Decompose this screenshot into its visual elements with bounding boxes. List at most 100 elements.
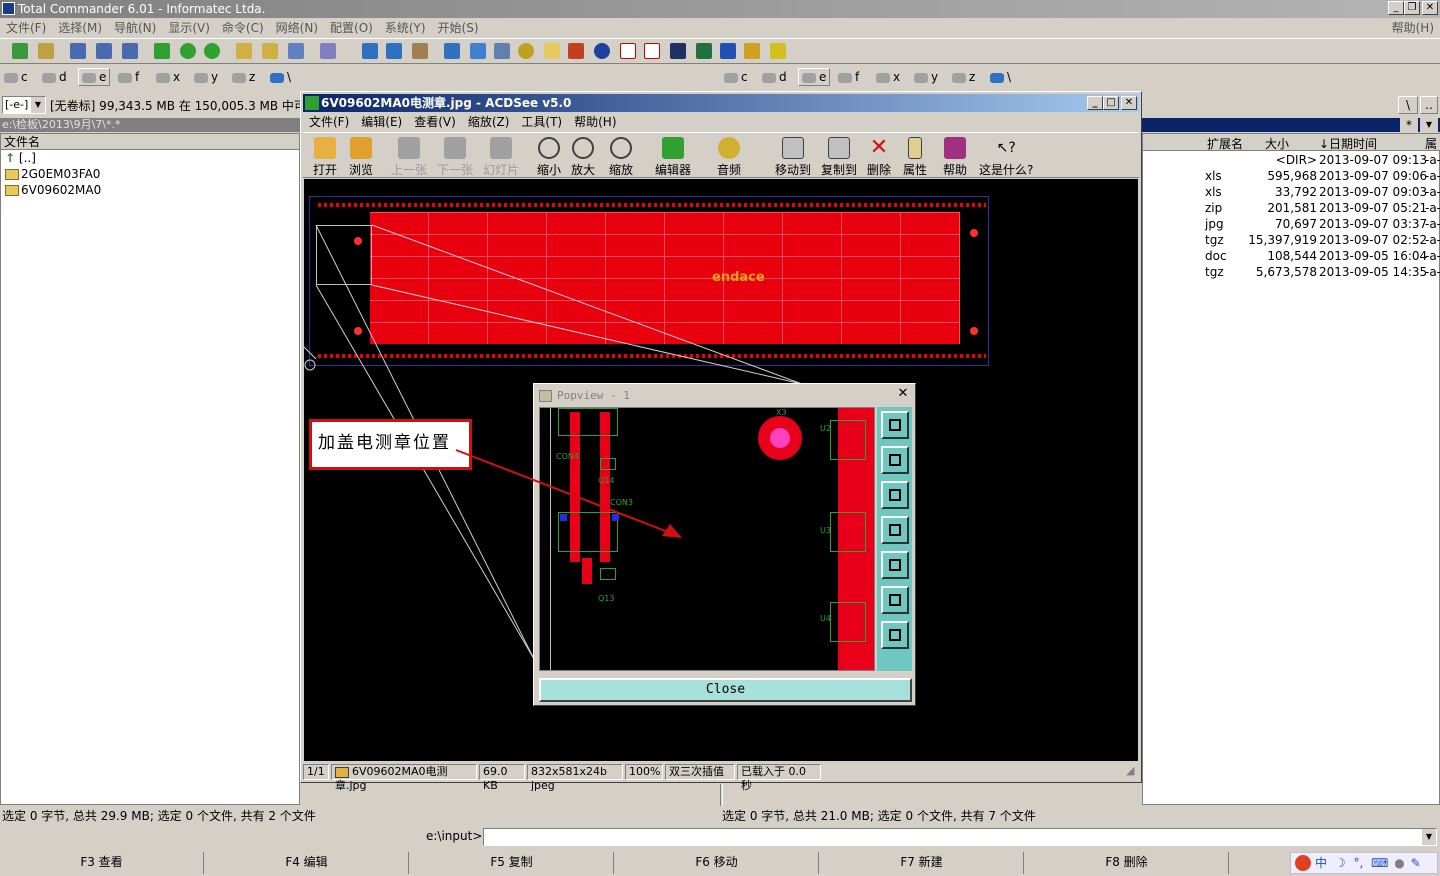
drive-left-e[interactable]: e	[78, 68, 111, 86]
table-row[interactable]: jpg 70,697 2013-09-07 03:37 -a-	[1143, 216, 1440, 232]
terminal-icon[interactable]	[670, 43, 686, 59]
help-button[interactable]: 帮助	[943, 137, 967, 178]
pdf-icon-2[interactable]	[644, 43, 660, 59]
drive-left-z[interactable]: z	[232, 70, 255, 84]
list-item[interactable]: 2G0EM03FA0	[1, 166, 299, 182]
folder-icon[interactable]	[544, 43, 560, 59]
f6-move-button[interactable]: F6 移动	[615, 852, 819, 874]
root-button[interactable]: \	[1398, 96, 1418, 114]
calc-icon[interactable]	[494, 43, 510, 59]
explorer-icon[interactable]	[412, 43, 428, 59]
table-row[interactable]: xls 33,792 2013-09-07 09:03 -a-	[1143, 184, 1440, 200]
history-button[interactable]: *	[1400, 118, 1418, 132]
f8-delete-button[interactable]: F8 删除	[1025, 852, 1229, 874]
acdsee-minimize-button[interactable]: _	[1087, 96, 1103, 110]
f7-new-button[interactable]: F7 新建	[820, 852, 1024, 874]
right-path-bar[interactable]	[1142, 118, 1440, 132]
browse-button[interactable]: 浏览	[349, 137, 373, 178]
col-date[interactable]: ↓日期时间	[1319, 135, 1377, 152]
menu-network[interactable]: 网络(N)	[276, 18, 318, 38]
acdsee-title-bar[interactable]: 6V09602MA0电测章.jpg - ACDSee v5.0 _ □ ✕	[303, 94, 1139, 112]
col-ext[interactable]: 扩展名	[1207, 135, 1243, 152]
word-icon[interactable]	[720, 43, 736, 59]
table-row[interactable]: tgz 15,397,919 2013-09-07 02:52 -a-	[1143, 232, 1440, 248]
drive-left-y[interactable]: y	[194, 70, 218, 84]
unpack-icon[interactable]	[262, 43, 278, 59]
acd-menu-view[interactable]: 查看(V)	[414, 113, 456, 131]
audio-button[interactable]: 音频	[717, 137, 741, 178]
menu-command[interactable]: 命令(C)	[222, 18, 264, 38]
menu-system[interactable]: 系统(Y)	[385, 18, 426, 38]
menu-config[interactable]: 配置(O)	[330, 18, 373, 38]
table-row[interactable]: zip 201,581 2013-09-07 05:21 -a-	[1143, 200, 1440, 216]
zoom-out-button[interactable]: 缩小	[537, 137, 561, 178]
app-icon-3[interactable]	[744, 43, 760, 59]
chevron-down-icon[interactable]: ▼	[1422, 829, 1436, 845]
thumbnail-icon[interactable]	[38, 43, 54, 59]
col-attr[interactable]: 属	[1425, 135, 1437, 152]
slideshow-button[interactable]: 幻灯片	[483, 137, 519, 178]
drive-right-f[interactable]: f	[838, 70, 859, 84]
menu-start[interactable]: 开始(S)	[438, 18, 479, 38]
editor-button[interactable]: 编辑器	[655, 137, 691, 178]
close-button[interactable]: ✕	[1422, 1, 1438, 15]
restore-button[interactable]: ❐	[1404, 1, 1420, 15]
pack-icon[interactable]	[236, 43, 252, 59]
delete-button[interactable]: ✕ 删除	[867, 137, 891, 178]
acdsee-close-button[interactable]: ✕	[1121, 96, 1137, 110]
menu-navigate[interactable]: 导航(N)	[114, 18, 156, 38]
drive-left-d[interactable]: d	[42, 70, 67, 84]
right-file-panel[interactable]: 扩展名 大小 ↓日期时间 属 <DIR> 2013-09-07 09:13 -a- …	[1142, 133, 1440, 805]
ftp-icon[interactable]	[288, 43, 304, 59]
properties-button[interactable]: 属性	[903, 137, 927, 178]
drive-left-c[interactable]: c	[4, 70, 28, 84]
table-row[interactable]: <DIR> 2013-09-07 09:13 -a-	[1143, 152, 1440, 168]
prev-button[interactable]: 上一张	[391, 137, 427, 178]
table-row[interactable]: doc 108,544 2013-09-05 16:04 -a-	[1143, 248, 1440, 264]
move-to-button[interactable]: 移动到	[775, 137, 811, 178]
drive-right-y[interactable]: y	[914, 70, 938, 84]
forward-icon[interactable]	[204, 43, 220, 59]
open-button[interactable]: 打开	[313, 137, 337, 178]
ime-chinese-mode[interactable]: 中	[1315, 856, 1327, 870]
command-input[interactable]: ▼	[483, 828, 1437, 846]
back-icon[interactable]	[180, 43, 196, 59]
refresh-icon[interactable]	[12, 43, 28, 59]
app-icon-2[interactable]	[594, 43, 610, 59]
menu-view[interactable]: 显示(V)	[168, 18, 210, 38]
sync-icon[interactable]	[320, 43, 336, 59]
acd-menu-tools[interactable]: 工具(T)	[521, 113, 562, 131]
f5-copy-button[interactable]: F5 复制	[410, 852, 614, 874]
notepad-icon[interactable]	[470, 43, 486, 59]
drive-right-d[interactable]: d	[762, 70, 787, 84]
next-button[interactable]: 下一张	[437, 137, 473, 178]
pdf-icon[interactable]	[620, 43, 636, 59]
app-icon-4[interactable]	[770, 43, 786, 59]
drive-left-x[interactable]: x	[156, 70, 180, 84]
left-file-panel[interactable]: 文件名 ↑ [..] 2G0EM03FA0 6V09602MA0	[0, 133, 300, 805]
acd-menu-edit[interactable]: 编辑(E)	[361, 113, 402, 131]
paint-icon[interactable]	[568, 43, 584, 59]
drive-right-e[interactable]: e	[798, 68, 831, 86]
parent-button[interactable]: ..	[1420, 96, 1438, 114]
left-drive-select[interactable]: [-e-] ▼	[2, 96, 46, 114]
ie-icon[interactable]	[386, 43, 402, 59]
table-row[interactable]: xls 595,968 2013-09-07 09:06 -a-	[1143, 168, 1440, 184]
menu-select[interactable]: 选择(M)	[58, 18, 102, 38]
drive-left-f[interactable]: f	[118, 70, 139, 84]
list-item[interactable]: 6V09602MA0	[1, 182, 299, 198]
list-item[interactable]: ↑ [..]	[1, 150, 299, 166]
copy-to-button[interactable]: 复制到	[821, 137, 857, 178]
acd-menu-help[interactable]: 帮助(H)	[574, 113, 616, 131]
drive-right-c[interactable]: c	[724, 70, 748, 84]
app-icon-1[interactable]	[444, 43, 460, 59]
swap-icon[interactable]	[154, 43, 170, 59]
drive-right-z[interactable]: z	[952, 70, 975, 84]
menu-help[interactable]: 帮助(H)	[1392, 18, 1434, 38]
drive-right-x[interactable]: x	[876, 70, 900, 84]
drive-left-network[interactable]: \	[270, 70, 291, 84]
f3-view-button[interactable]: F3 查看	[0, 852, 204, 874]
f4-edit-button[interactable]: F4 编辑	[205, 852, 409, 874]
panel-divider[interactable]	[720, 784, 723, 806]
ime-tray[interactable]: 中 ☽ °, ⌨ ● ✎	[1290, 852, 1438, 874]
